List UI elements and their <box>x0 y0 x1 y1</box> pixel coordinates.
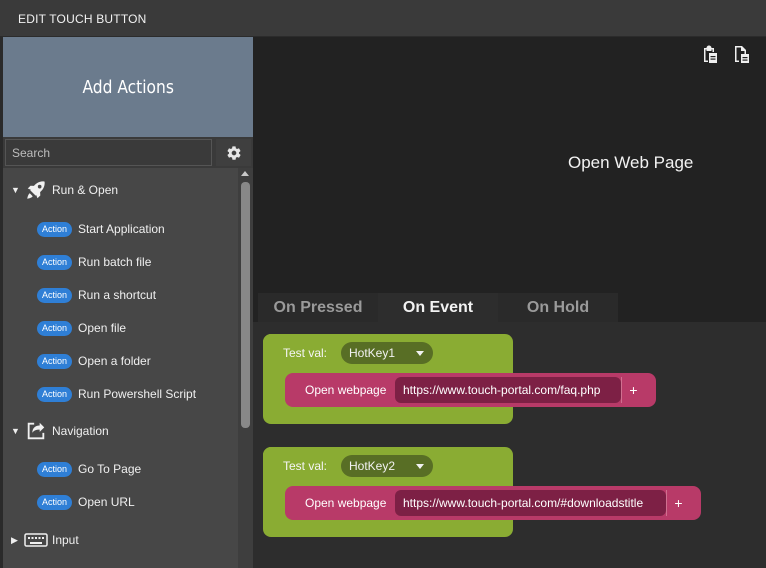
tab-on-pressed[interactable]: On Pressed <box>258 293 378 322</box>
document-copy-icon[interactable] <box>731 45 751 65</box>
collapse-arrow-icon[interactable]: ▶ <box>11 535 18 546</box>
list-item-start-application[interactable]: Action Start Application <box>37 219 165 239</box>
add-actions-header: Add Actions <box>3 37 253 137</box>
list-item-run-batch-file[interactable]: Action Run batch file <box>37 252 151 272</box>
open-webpage-action[interactable]: Open webpage https://www.touch-portal.co… <box>285 486 701 520</box>
hotkey-dropdown[interactable]: HotKey2 <box>341 455 433 477</box>
button-preview: Open Web Page <box>253 37 766 293</box>
item-label: Run Powershell Script <box>78 387 197 401</box>
item-label: Open file <box>78 321 127 335</box>
event-tabs: On Pressed On Event On Hold <box>253 293 766 322</box>
category-run-open[interactable]: ▼ Run & Open <box>3 175 237 205</box>
search-row <box>3 137 253 168</box>
action-badge: Action <box>37 353 73 369</box>
actions-tree: ▼ Run & Open Action Start Application Ac… <box>3 168 237 568</box>
list-item-run-powershell[interactable]: Action Run Powershell Script <box>37 384 196 404</box>
item-label: Go To Page <box>78 462 142 476</box>
expand-arrow-icon[interactable]: ▼ <box>11 185 20 195</box>
action-label: Open webpage <box>305 496 387 510</box>
action-badge: Action <box>37 386 73 402</box>
event-canvas: Test val: HotKey1 Open webpage https://w… <box>253 322 766 568</box>
sidebar-scrollbar[interactable] <box>238 168 253 568</box>
list-item-open-url[interactable]: Action Open URL <box>37 492 135 512</box>
plus-icon: + <box>629 382 638 398</box>
settings-button[interactable] <box>216 139 251 166</box>
open-webpage-action[interactable]: Open webpage https://www.touch-portal.co… <box>285 373 656 407</box>
chevron-down-icon <box>416 351 424 356</box>
hotkey-dropdown[interactable]: HotKey1 <box>341 342 433 364</box>
search-input[interactable] <box>5 139 212 166</box>
action-badge: Action <box>37 221 73 237</box>
action-badge: Action <box>37 494 73 510</box>
list-item-open-file[interactable]: Action Open file <box>37 318 126 338</box>
item-label: Run a shortcut <box>78 288 157 302</box>
add-button[interactable]: + <box>666 490 690 516</box>
rocket-icon <box>24 178 48 202</box>
hotkey-value: HotKey2 <box>349 459 396 473</box>
scroll-up-icon[interactable] <box>241 171 249 176</box>
category-label: Run & Open <box>52 183 119 197</box>
expand-arrow-icon[interactable]: ▼ <box>11 426 20 436</box>
list-item-run-shortcut[interactable]: Action Run a shortcut <box>37 285 156 305</box>
url-field[interactable]: https://www.touch-portal.com/#downloadst… <box>395 490 666 516</box>
item-label: Start Application <box>78 222 165 236</box>
item-label: Run batch file <box>78 255 152 269</box>
add-button[interactable]: + <box>621 377 645 403</box>
title-bar: EDIT TOUCH BUTTON <box>0 0 766 37</box>
tab-label: On Hold <box>526 298 590 316</box>
test-val-label: Test val: <box>283 459 328 473</box>
action-badge: Action <box>37 461 73 477</box>
list-item-open-folder[interactable]: Action Open a folder <box>37 351 151 371</box>
tab-label: On Event <box>402 298 474 316</box>
action-badge: Action <box>37 320 73 336</box>
action-label: Open webpage <box>305 383 387 397</box>
chevron-down-icon <box>416 464 424 469</box>
test-val-label: Test val: <box>283 346 328 360</box>
hotkey-value: HotKey1 <box>349 346 396 360</box>
plus-icon: + <box>674 495 683 511</box>
url-value: https://www.touch-portal.com/faq.php <box>403 383 601 397</box>
category-label: Input <box>52 533 79 547</box>
keyboard-icon <box>24 528 48 552</box>
action-badge: Action <box>37 254 73 270</box>
tab-on-event[interactable]: On Event <box>378 293 498 322</box>
url-field[interactable]: https://www.touch-portal.com/faq.php <box>395 377 621 403</box>
button-preview-text: Open Web Page <box>568 153 694 172</box>
item-label: Open URL <box>78 495 135 509</box>
actions-sidebar: Add Actions ▼ Run & Open Action Start Ap… <box>3 37 253 568</box>
category-navigation[interactable]: ▼ Navigation <box>3 416 237 446</box>
add-actions-title: Add Actions <box>82 76 174 98</box>
share-arrow-icon <box>24 419 48 443</box>
tab-on-hold[interactable]: On Hold <box>498 293 618 322</box>
list-item-go-to-page[interactable]: Action Go To Page <box>37 459 141 479</box>
clipboard-paste-icon[interactable] <box>699 45 719 65</box>
category-input[interactable]: ▶ Input <box>3 525 237 555</box>
url-value: https://www.touch-portal.com/#downloadst… <box>403 496 644 510</box>
item-label: Open a folder <box>78 354 151 368</box>
window-title: EDIT TOUCH BUTTON <box>18 12 147 26</box>
category-label: Navigation <box>52 424 109 438</box>
tab-label: On Pressed <box>273 298 363 316</box>
scroll-thumb[interactable] <box>241 182 250 428</box>
gear-icon <box>226 145 241 160</box>
action-badge: Action <box>37 287 73 303</box>
